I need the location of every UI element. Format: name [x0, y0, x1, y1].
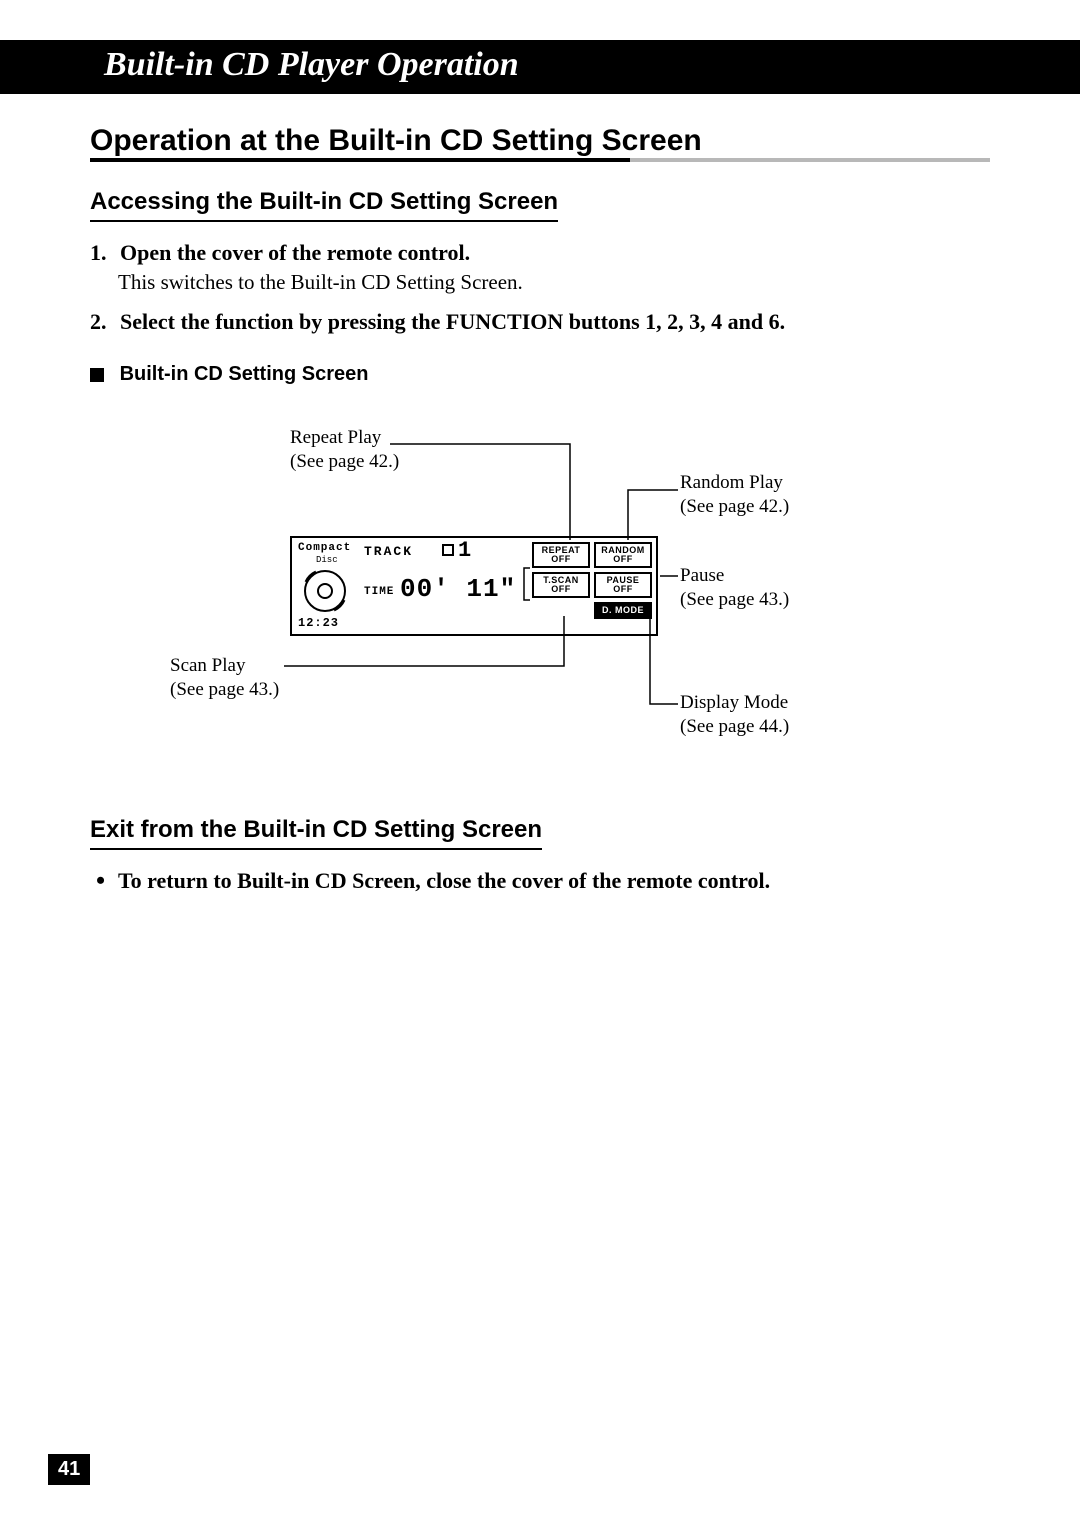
lcd-btn-random: RANDOM OFF	[594, 542, 652, 568]
callout-random-play: Random Play (See page 42.)	[680, 471, 789, 519]
diagram-heading: Built-in CD Setting Screen	[90, 363, 990, 386]
step-number: 1.	[90, 240, 116, 266]
exit-bullets: To return to Built-in CD Screen, close t…	[90, 868, 990, 894]
chapter-banner: Built-in CD Player Operation	[0, 40, 1080, 94]
callout-title: Scan Play	[170, 654, 279, 678]
callout-title: Random Play	[680, 471, 789, 495]
step-title: Select the function by pressing the FUNC…	[120, 309, 785, 334]
chapter-title: Built-in CD Player Operation	[14, 46, 519, 83]
section-rule	[90, 158, 990, 162]
step-1: 1. Open the cover of the remote control.…	[118, 240, 990, 295]
callout-title: Display Mode	[680, 691, 789, 715]
callout-display-mode: Display Mode (See page 44.)	[680, 691, 789, 739]
lcd-btn-pause: PAUSE OFF	[594, 572, 652, 598]
section-heading: Operation at the Built-in CD Setting Scr…	[90, 124, 990, 162]
subsection-heading-exit: Exit from the Built-in CD Setting Screen	[90, 816, 542, 850]
callout-title: Pause	[680, 564, 789, 588]
callout-ref: (See page 44.)	[680, 715, 789, 739]
callout-ref: (See page 42.)	[290, 450, 399, 474]
callout-ref: (See page 42.)	[680, 495, 789, 519]
step-description: This switches to the Built-in CD Setting…	[118, 270, 990, 295]
page-number: 41	[48, 1454, 90, 1485]
lcd-diagram: Repeat Play (See page 42.) Random Play (…	[150, 416, 930, 776]
lcd-panel: Compact Disc TRACK 1 12:23 TIME 00' 11" …	[290, 536, 658, 636]
track-label: TRACK	[364, 544, 413, 559]
step-2: 2. Select the function by pressing the F…	[118, 309, 990, 335]
compact-disc-label: Compact Disc	[298, 542, 351, 566]
step-title: Open the cover of the remote control.	[120, 240, 470, 265]
section-title: Operation at the Built-in CD Setting Scr…	[90, 124, 990, 158]
steps-list: 1. Open the cover of the remote control.…	[90, 240, 990, 335]
diagram-heading-text: Built-in CD Setting Screen	[120, 363, 369, 385]
callout-repeat-play: Repeat Play (See page 42.)	[290, 426, 399, 474]
callout-ref: (See page 43.)	[170, 678, 279, 702]
callout-ref: (See page 43.)	[680, 588, 789, 612]
lcd-btn-repeat: REPEAT OFF	[532, 542, 590, 568]
time-value: 00' 11"	[400, 574, 516, 604]
clock-display: 12:23	[298, 616, 339, 630]
disc-icon	[302, 568, 348, 614]
square-bullet-icon	[90, 368, 104, 382]
subsection-heading-access: Accessing the Built-in CD Setting Screen	[90, 188, 558, 222]
manual-page: Built-in CD Player Operation Operation a…	[0, 0, 1080, 1533]
callout-title: Repeat Play	[290, 426, 399, 450]
callout-pause: Pause (See page 43.)	[680, 564, 789, 612]
step-number: 2.	[90, 309, 116, 335]
lcd-function-buttons: REPEAT OFF RANDOM OFF T.SCAN OFF PAUSE	[532, 542, 652, 623]
lcd-btn-dmode: D. MODE	[594, 602, 652, 619]
callout-scan-play: Scan Play (See page 43.)	[170, 654, 279, 702]
lcd-btn-tscan: T.SCAN OFF	[532, 572, 590, 598]
exit-bullet: To return to Built-in CD Screen, close t…	[118, 868, 990, 894]
time-label: TIME	[364, 586, 394, 598]
track-number: 1	[442, 538, 471, 563]
track-square-icon	[442, 544, 454, 556]
